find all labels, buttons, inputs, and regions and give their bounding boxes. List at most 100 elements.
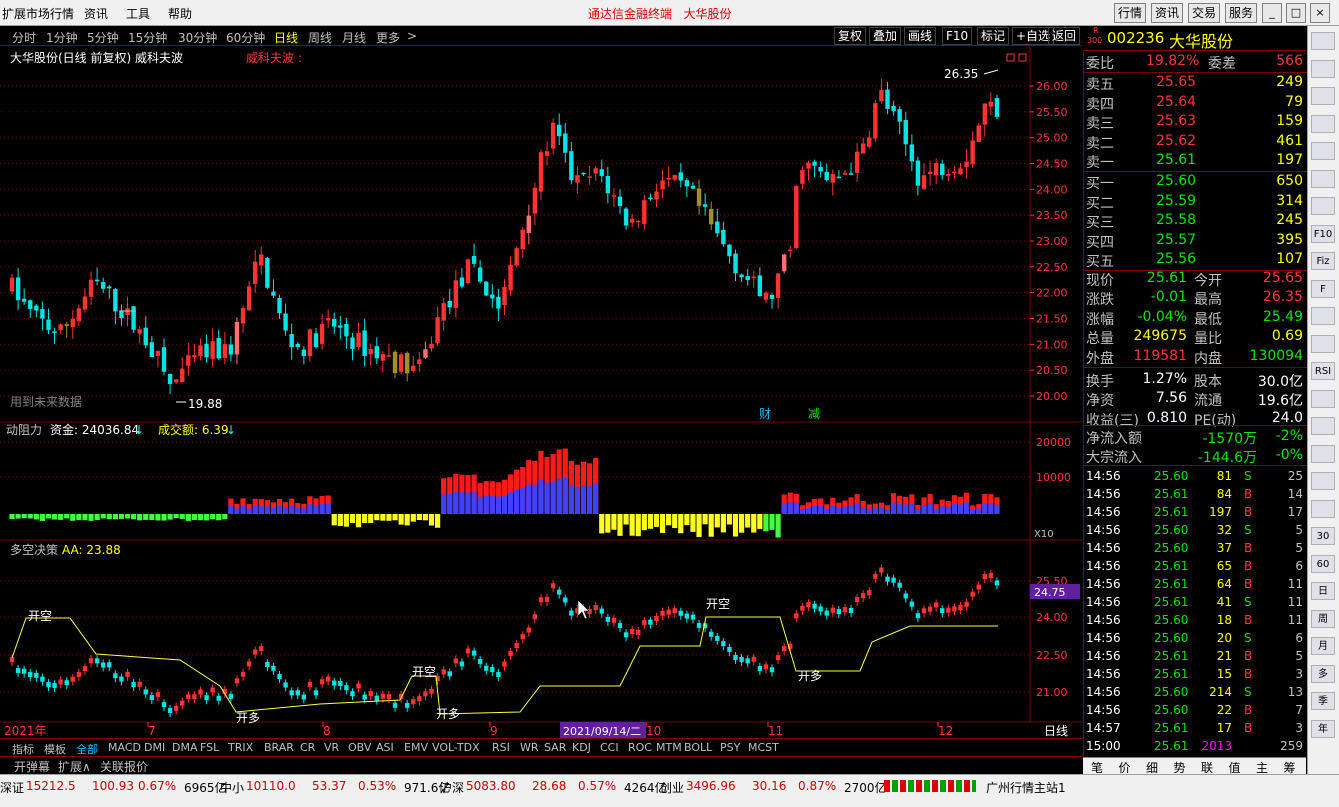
period-1min[interactable]: 1分钟 [46, 29, 78, 46]
tool-button[interactable]: 30 [1311, 527, 1335, 545]
indicator-tab[interactable]: MCST [748, 741, 779, 754]
indicator-tab[interactable]: MTM [656, 741, 682, 754]
tool-button[interactable]: F [1311, 279, 1335, 298]
indicator-tab[interactable]: BRAR [264, 741, 294, 754]
maximize-icon[interactable]: □ [1286, 3, 1306, 23]
period-60min[interactable]: 60分钟 [226, 29, 265, 46]
tool-button[interactable] [1311, 59, 1335, 78]
tick-row[interactable]: 14:56 25.60 81 S 25 [1084, 467, 1307, 485]
menu-news[interactable]: 资讯 [84, 5, 108, 22]
period-weekly[interactable]: 周线 [308, 29, 332, 46]
indicator-tab[interactable]: MACD [108, 741, 141, 754]
minimize-icon[interactable]: _ [1262, 3, 1282, 23]
tool-button[interactable]: Fiz [1311, 252, 1335, 270]
indicator-tab[interactable]: CR [300, 741, 315, 754]
indicator-tab[interactable]: VOL-TDX [432, 741, 480, 754]
tick-row[interactable]: 14:56 25.61 84 B 14 [1084, 485, 1307, 503]
indicator-tab[interactable]: TRIX [228, 741, 253, 754]
indicator-tab[interactable]: RSI [492, 741, 510, 754]
period-30min[interactable]: 30分钟 [178, 29, 217, 46]
indicator-tab[interactable]: KDJ [572, 741, 591, 754]
tick-row[interactable]: 14:56 25.60 32 S 5 [1084, 521, 1307, 539]
indicator-tab[interactable]: OBV [348, 741, 371, 754]
period-timeshare[interactable]: 分时 [12, 29, 36, 46]
kline-chart[interactable]: 26.00 25.50 25.00 24.50 24.00 23.50 23.00 22.50… [0, 46, 1082, 738]
tick-row[interactable]: 14:56 25.61 41 S 11 [1084, 593, 1307, 611]
indicator-tab[interactable]: BOLL [684, 741, 712, 754]
tool-button[interactable] [1311, 334, 1335, 353]
tool-button[interactable]: F10 [1311, 224, 1335, 243]
period-15min[interactable]: 15分钟 [128, 29, 167, 46]
tool-button[interactable] [1311, 307, 1335, 325]
tick-row[interactable]: 14:56 25.60 18 B 11 [1084, 611, 1307, 629]
indicator-tab[interactable]: 全部 [76, 741, 98, 757]
tick-row[interactable]: 14:56 25.61 21 B 5 [1084, 647, 1307, 665]
period-more[interactable]: 更多 [376, 29, 400, 46]
tool-button[interactable] [1311, 417, 1335, 435]
news-button[interactable]: 资讯 [1151, 3, 1183, 23]
expand-button[interactable]: 扩展∧ [58, 758, 91, 775]
back-button[interactable]: 返回 [1048, 27, 1081, 45]
tick-row[interactable]: 14:56 25.60 37 B 5 [1084, 539, 1307, 557]
tick-row[interactable]: 14:56 25.61 15 B 3 [1084, 665, 1307, 683]
indicator-tab[interactable]: FSL [200, 741, 219, 754]
tool-button[interactable]: 季 [1311, 692, 1335, 710]
indicator-tab[interactable]: ASI [376, 741, 394, 754]
indicator-tab[interactable]: PSY [720, 741, 740, 754]
tool-button[interactable]: 日 [1311, 582, 1335, 600]
menu-extended-market[interactable]: 扩展市场行情 [2, 5, 74, 22]
tool-button[interactable] [1311, 444, 1335, 463]
tool-button[interactable]: 多 [1311, 664, 1335, 683]
tick-row[interactable]: 14:56 25.61 65 B 6 [1084, 557, 1307, 575]
indicator-tab[interactable]: 指标 [12, 741, 34, 757]
indicator-tab[interactable]: EMV [404, 741, 428, 754]
tool-button[interactable] [1311, 197, 1335, 215]
tool-button[interactable] [1311, 389, 1335, 408]
menu-tools[interactable]: 工具 [126, 5, 150, 22]
tool-button[interactable]: 60 [1311, 554, 1335, 573]
tool-button[interactable] [1311, 169, 1335, 188]
tool-button[interactable] [1311, 142, 1335, 160]
tick-row[interactable]: 14:56 25.61 197 B 17 [1084, 503, 1307, 521]
indicator-tab[interactable]: WR [520, 741, 539, 754]
indicator-tab[interactable]: 模板 [44, 741, 66, 757]
indicator-tab[interactable]: CCI [600, 741, 619, 754]
tick-row[interactable]: 14:56 25.60 214 S 13 [1084, 683, 1307, 701]
close-icon[interactable]: × [1310, 3, 1330, 23]
quote-button[interactable]: 行情 [1114, 3, 1146, 23]
reduce-marker[interactable]: 减 [808, 407, 820, 421]
tick-row[interactable]: 14:56 25.60 20 S 6 [1084, 629, 1307, 647]
indicator-tab[interactable]: DMA [172, 741, 198, 754]
tick-row[interactable]: 15:00 25.61 2013 259 [1084, 737, 1307, 755]
overlay-button[interactable]: 叠加 [869, 27, 902, 45]
indicator-tab[interactable]: ROC [628, 741, 652, 754]
tick-row[interactable]: 14:56 25.61 64 B 11 [1084, 575, 1307, 593]
tool-button[interactable] [1311, 87, 1335, 105]
tool-button[interactable] [1311, 499, 1335, 518]
trade-button[interactable]: 交易 [1188, 3, 1220, 23]
draw-button[interactable]: 画线 [904, 27, 937, 45]
tool-button[interactable]: RSI [1311, 362, 1335, 380]
period-5min[interactable]: 5分钟 [87, 29, 119, 46]
period-daily[interactable]: 日线 [274, 29, 298, 46]
tool-button[interactable]: 月 [1311, 637, 1335, 655]
tool-button[interactable] [1311, 472, 1335, 490]
finance-marker[interactable]: 财 [759, 407, 771, 421]
indicator-tab[interactable]: VR [324, 741, 339, 754]
indicator-tab[interactable]: DMI [144, 741, 165, 754]
tool-button[interactable]: 周 [1311, 609, 1335, 628]
period-monthly[interactable]: 月线 [342, 29, 366, 46]
f10-button[interactable]: F10 [942, 27, 973, 45]
tick-row[interactable]: 14:56 25.60 22 B 7 [1084, 701, 1307, 719]
tick-row[interactable]: 14:57 25.61 17 B 3 [1084, 719, 1307, 737]
danmu-button[interactable]: 开弹幕 [14, 758, 50, 775]
tool-button[interactable] [1311, 32, 1335, 50]
adjust-button[interactable]: 复权 [834, 27, 867, 45]
more-arrow-icon[interactable]: > [407, 29, 417, 43]
indicator-tab[interactable]: SAR [544, 741, 566, 754]
mark-button[interactable]: 标记 [977, 27, 1010, 45]
related-quote-button[interactable]: 关联报价 [100, 758, 148, 775]
service-button[interactable]: 服务 [1225, 3, 1257, 23]
tool-button[interactable] [1311, 114, 1335, 133]
menu-help[interactable]: 帮助 [168, 5, 192, 22]
